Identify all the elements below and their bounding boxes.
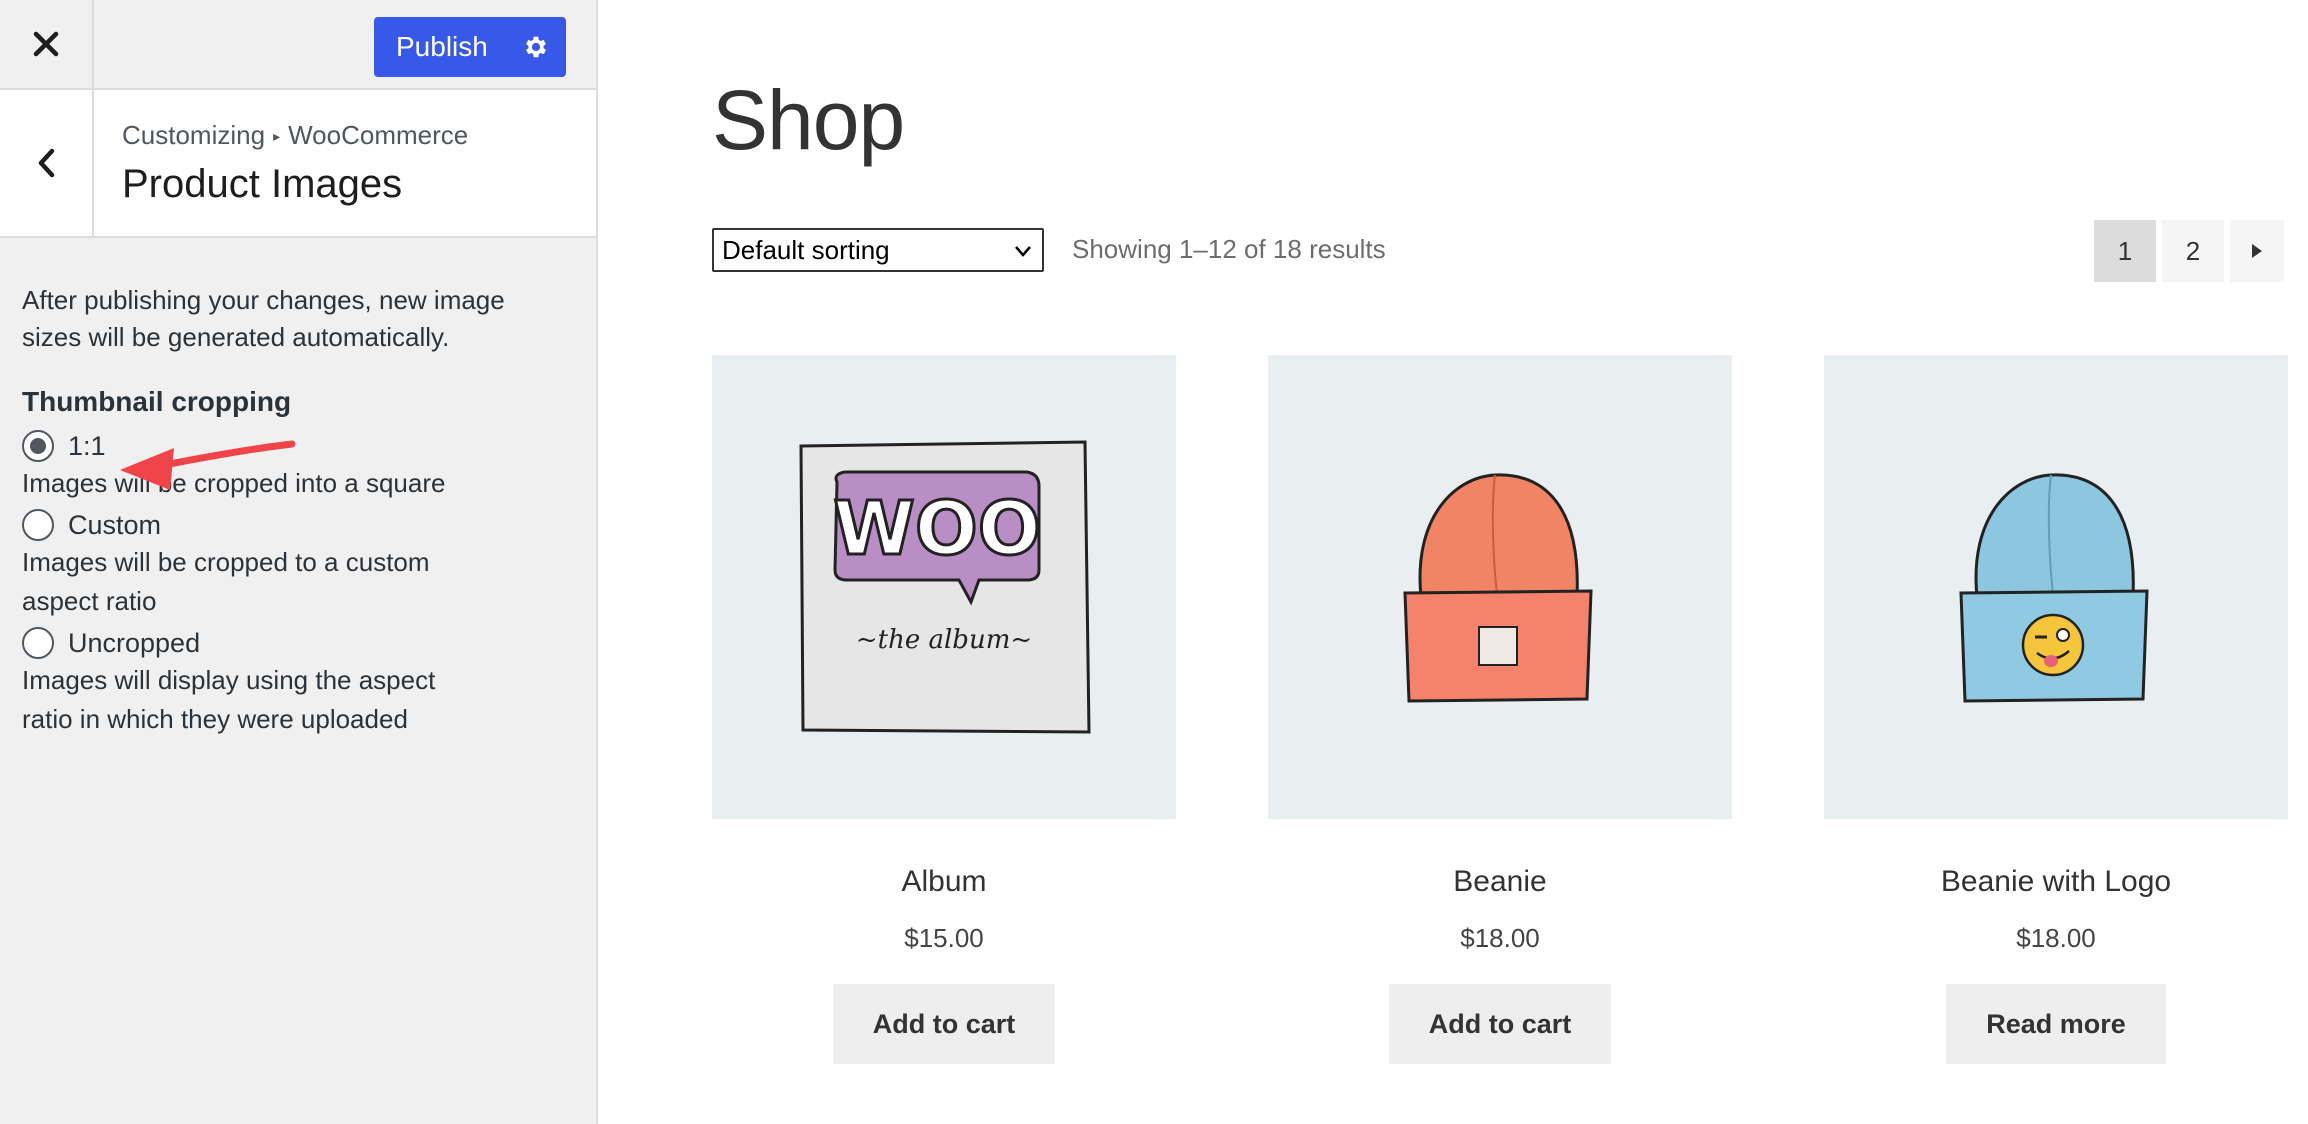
regenerate-notice: After publishing your changes, new image… — [22, 285, 505, 352]
product-name[interactable]: Beanie with Logo — [1824, 865, 2288, 899]
breadcrumb-current: WooCommerce — [288, 120, 469, 150]
section-header: Customizing ▸ WooCommerce Product Images — [0, 90, 596, 238]
annotation-arrow-icon — [120, 440, 296, 490]
page-2[interactable]: 2 — [2162, 220, 2224, 282]
product-price: $18.00 — [2016, 923, 2096, 953]
close-button[interactable] — [0, 0, 94, 88]
woo-album-image: WOO ~the album~ — [799, 440, 1091, 734]
close-icon — [33, 31, 59, 57]
product-price: $18.00 — [1460, 923, 1540, 953]
radio-uncropped-row[interactable]: Uncropped — [22, 625, 542, 661]
publish-settings-button[interactable] — [508, 17, 564, 77]
woo-text: WOO — [833, 486, 1040, 572]
breadcrumb-separator: ▸ — [273, 128, 281, 144]
product-name[interactable]: Album — [712, 865, 1176, 899]
product-image[interactable] — [1824, 355, 2288, 819]
next-page-button[interactable] — [2230, 220, 2284, 282]
result-count: Showing 1–12 of 18 results — [1072, 234, 1386, 264]
page-1[interactable]: 1 — [2094, 220, 2156, 282]
crop-option-custom: Custom Images will be cropped to a custo… — [22, 507, 542, 621]
product-card-beanie-with-logo: Beanie with Logo $18.00 Read more — [1824, 355, 2288, 1064]
breadcrumb-root: Customizing — [122, 120, 266, 150]
radio-custom-row[interactable]: Custom — [22, 507, 542, 543]
pagination: 1 2 — [2094, 220, 2284, 282]
panel-body: After publishing your changes, new image… — [22, 282, 542, 739]
add-to-cart-button[interactable]: Add to cart — [1388, 984, 1612, 1064]
gear-icon — [525, 36, 547, 58]
crop-option-uncropped: Uncropped Images will display using the … — [22, 625, 542, 739]
radio-custom[interactable] — [22, 509, 54, 541]
read-more-button[interactable]: Read more — [1946, 984, 2166, 1064]
option-description: Images will be cropped to a custom aspec… — [22, 547, 430, 616]
radio-label-1-1: 1:1 — [68, 430, 106, 461]
section-title: Product Images — [122, 162, 403, 206]
album-text: ~the album~ — [856, 625, 1032, 655]
sort-selected-value: Default sorting — [722, 234, 890, 265]
radio-label-custom: Custom — [68, 509, 162, 540]
product-image[interactable] — [1268, 355, 1732, 819]
breadcrumb: Customizing ▸ WooCommerce — [122, 120, 468, 151]
sort-select[interactable]: Default sorting — [712, 228, 1044, 272]
caret-right-icon — [2252, 244, 2262, 258]
publish-label: Publish — [396, 31, 488, 62]
chevron-down-icon — [1015, 246, 1031, 257]
product-name[interactable]: Beanie — [1268, 865, 1732, 899]
option-description: Images will display using the aspect rat… — [22, 665, 436, 734]
back-button[interactable] — [0, 90, 94, 236]
radio-uncropped[interactable] — [22, 627, 54, 659]
add-to-cart-button[interactable]: Add to cart — [832, 984, 1056, 1064]
customizer-sidebar: Publish Customizing ▸ WooCommerce Product … — [0, 0, 598, 1124]
product-card-beanie: Beanie $18.00 Add to cart — [1268, 355, 1732, 1064]
publish-button[interactable]: Publish — [374, 17, 566, 77]
radio-selected-dot — [30, 438, 46, 454]
product-image[interactable]: WOO ~the album~ — [712, 355, 1176, 819]
radio-label-uncropped: Uncropped — [68, 627, 201, 658]
customizer-header: Publish — [0, 0, 596, 90]
product-price: $15.00 — [904, 923, 984, 953]
product-card-album: WOO ~the album~ Album $15.00 Add to cart — [712, 355, 1176, 1064]
thumbnail-cropping-title: Thumbnail cropping — [22, 386, 292, 417]
page-title: Shop — [712, 73, 905, 167]
orange-beanie-image — [1403, 473, 1593, 703]
blue-beanie-logo-image — [1959, 473, 2149, 703]
radio-1-1[interactable] — [22, 430, 54, 462]
chevron-left-icon — [38, 148, 55, 178]
